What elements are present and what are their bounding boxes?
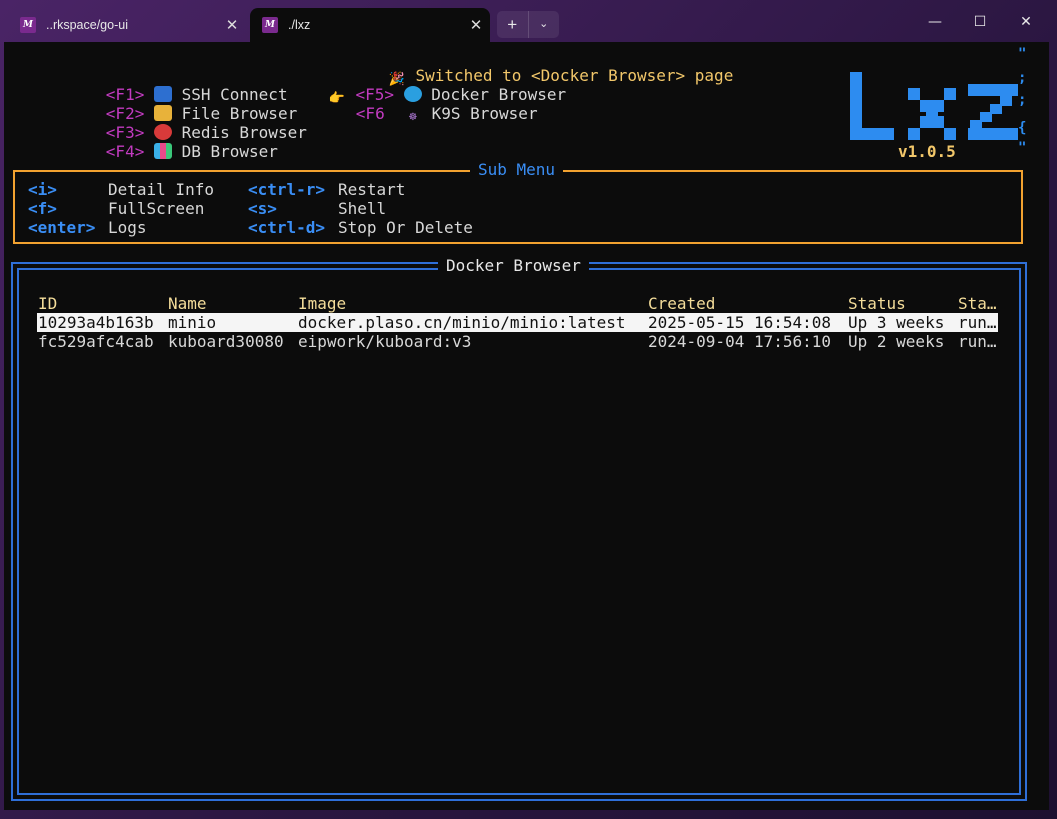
menu-item-k9s[interactable]: <F6 ☸ K9S Browser [298,85,538,125]
cell-status: Up 2 weeks [848,332,945,351]
close-window-button[interactable]: ✕ [1003,8,1049,36]
submenu-item-detail-info[interactable]: Detail Info [108,180,214,199]
cell-state: run… [958,332,997,351]
submenu-key: <ctrl-d> [248,218,326,237]
logo-glyph: ; [1018,92,1027,108]
maximize-button[interactable]: ☐ [957,8,1003,36]
menu-label: K9S Browser [431,104,538,123]
submenu-item-fullscreen[interactable]: FullScreen [108,199,204,218]
menu-key: <F6 [355,104,385,123]
terminal-window: M ..rkspace/go-ui ✕ M ./lxz ✕ + ⌄ — ☐ ✕ … [0,0,1057,819]
tab-lxz[interactable]: M ./lxz ✕ [250,8,490,42]
cell-id: fc529afc4cab [38,332,154,351]
cell-name: kuboard30080 [168,332,284,351]
logo-glyph: " [1018,140,1027,156]
minimize-button[interactable]: — [912,8,958,36]
logo-glyph: " [1018,46,1027,62]
sub-menu-title: Sub Menu [470,160,564,179]
chevron-down-icon[interactable]: ⌄ [529,11,560,38]
close-tab-icon[interactable]: ✕ [462,16,490,34]
submenu-key: <enter> [28,218,96,237]
cell-created: 2025-05-15 16:54:08 [648,313,832,332]
submenu-key: <s> [248,199,277,218]
submenu-key: <f> [28,199,57,218]
cell-status: Up 3 weeks [848,313,945,332]
column-header-status[interactable]: Status [848,294,948,313]
logo-glyph: { [1018,120,1027,136]
column-header-image[interactable]: Image [298,294,638,313]
cell-created: 2024-09-04 17:56:10 [648,332,832,351]
column-header-id[interactable]: ID [38,294,158,313]
logo-glyph: ; [1018,70,1027,86]
docker-browser-title: Docker Browser [438,256,589,275]
submenu-item-shell[interactable]: Shell [338,199,386,218]
menu-item-redis[interactable]: <F3> Redis Browser [48,104,307,142]
column-header-created[interactable]: Created [648,294,838,313]
tab-go-ui[interactable]: M ..rkspace/go-ui ✕ [8,8,246,42]
menu-item-db[interactable]: <F4> DB Browser [48,123,278,161]
submenu-item-stop-or-delete[interactable]: Stop Or Delete [338,218,473,237]
menu-key: <F4> [105,142,145,161]
submenu-item-restart[interactable]: Restart [338,180,405,199]
column-header-state[interactable]: Sta… [958,294,998,313]
cell-state: run… [958,313,997,332]
lxz-logo [850,72,1018,140]
submenu-item-logs[interactable]: Logs [108,218,147,237]
submenu-key: <ctrl-r> [248,180,326,199]
terminal-content[interactable]: 🎉 Switched to <Docker Browser> page <F1>… [4,42,1049,810]
cell-name: minio [168,313,217,332]
cell-id: 10293a4b163b [38,313,154,332]
menu-item-file[interactable]: <F2> File Browser [48,85,297,123]
menu-item-ssh[interactable]: <F1> SSH Connect [48,66,288,104]
bar-chart-icon [153,143,172,159]
tab-title: ./lxz [288,18,311,32]
cell-image: docker.plaso.cn/minio/minio:latest [298,313,626,332]
new-tab-plus-icon[interactable]: + [497,11,529,38]
submenu-key: <i> [28,180,57,199]
version-label: v1.0.5 [898,142,956,161]
close-tab-icon[interactable]: ✕ [218,16,246,34]
terminal-app-icon: M [20,17,36,33]
cell-image: eipwork/kuboard:v3 [298,332,472,351]
terminal-app-icon: M [262,17,278,33]
title-bar: M ..rkspace/go-ui ✕ M ./lxz ✕ + ⌄ — ☐ ✕ [0,0,1057,48]
helm-icon: ☸ [409,110,417,125]
new-tab-group: + ⌄ [497,11,559,38]
menu-label: DB Browser [181,142,278,161]
column-header-name[interactable]: Name [168,294,288,313]
switch-notice: 🎉 Switched to <Docker Browser> page [330,47,734,87]
tab-title: ..rkspace/go-ui [46,18,128,32]
menu-item-docker[interactable]: 👉 <F5> Docker Browser [270,66,566,106]
